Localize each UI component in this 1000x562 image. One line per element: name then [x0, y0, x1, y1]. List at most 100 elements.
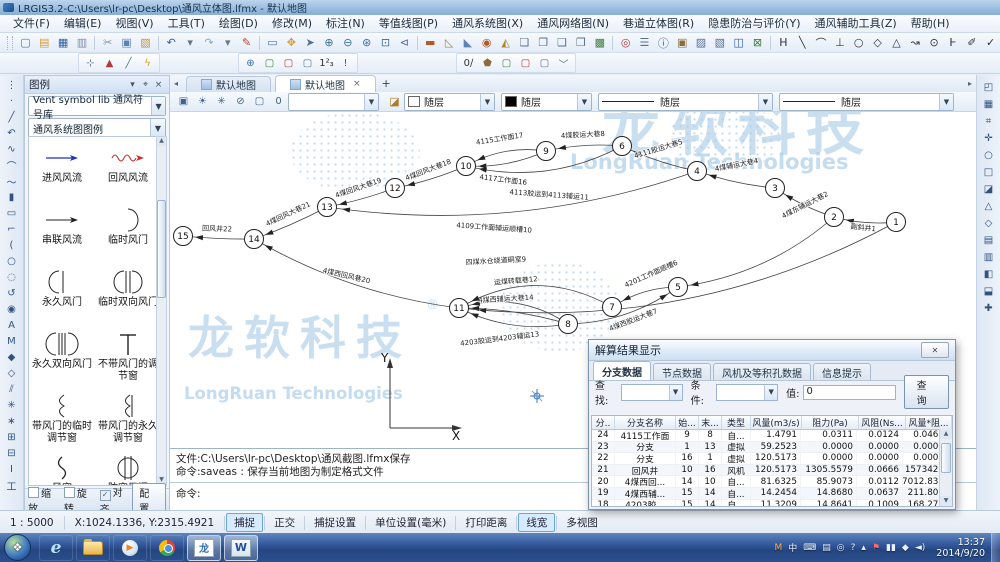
object-info-icon[interactable]: ⓘ — [654, 34, 673, 52]
zoom-out-icon[interactable]: ⊖ — [338, 34, 357, 52]
scroll-down-icon[interactable]: ▼ — [940, 496, 952, 506]
left-tool-23-icon[interactable]: ⊟ — [3, 445, 21, 461]
legend-category-select[interactable]: 通风系统图图例 ▼ — [28, 118, 166, 138]
layer-b-icon[interactable]: ❐ — [534, 34, 553, 52]
menu-item-10[interactable]: 巷道立体图(R) — [616, 15, 701, 32]
lightning-tool-icon[interactable]: ϟ — [138, 54, 157, 72]
left-tool-22-icon[interactable]: ⊞ — [3, 429, 21, 445]
right-tool-6-icon[interactable]: ◪ — [980, 181, 998, 198]
left-tool-20-icon[interactable]: ✳ — [3, 397, 21, 413]
branch-edge-14-15[interactable] — [183, 236, 254, 239]
status-toggle-多视图[interactable]: 多视图 — [558, 513, 606, 532]
symbol-lib-select[interactable]: Vent symbol lib 通风符号库 ▼ — [28, 96, 166, 116]
zoom-window-icon[interactable]: ▭ — [263, 34, 282, 52]
layer-manager-icon[interactable]: ▣ — [174, 93, 193, 111]
legend-item-window_no_door[interactable]: 不带风门的调节窗 — [95, 329, 157, 391]
scroll-up-icon[interactable]: ▲ — [940, 429, 952, 439]
open-file-icon[interactable]: ▤ — [35, 34, 54, 52]
chevron-down-icon[interactable]: ▼ — [150, 119, 165, 137]
taskbar-clock[interactable]: 13:37 2014/9/20 — [936, 537, 985, 559]
right-tool-3-icon[interactable]: ✛ — [980, 130, 998, 147]
taskbar-lrgis-icon[interactable]: 龙 — [187, 535, 221, 561]
branch-edge-6-9[interactable] — [546, 145, 622, 151]
cut-icon[interactable]: ✂ — [98, 34, 117, 52]
draw-h-icon[interactable]: H — [774, 34, 793, 52]
pin-tool-icon[interactable]: ⊹ — [81, 54, 100, 72]
menu-item-2[interactable]: 视图(V) — [108, 15, 160, 32]
start-button[interactable]: ❖ — [4, 534, 31, 561]
line-tool-icon[interactable]: ╱ — [119, 54, 138, 72]
roadway-c-icon[interactable]: ◣ — [458, 34, 477, 52]
legend-item-outburst_door[interactable]: 防突风门 — [95, 453, 157, 486]
layer-lock-icon[interactable]: ⊘ — [231, 93, 250, 111]
left-tool-5-icon[interactable]: ⌒ — [3, 157, 21, 173]
redo-icon[interactable]: ↷ — [200, 34, 219, 52]
right-tool-13-icon[interactable]: ✚ — [980, 300, 998, 317]
menu-item-6[interactable]: 标注(N) — [319, 15, 372, 32]
pan-icon[interactable]: ✥ — [282, 34, 301, 52]
menu-item-4[interactable]: 绘图(D) — [212, 15, 265, 32]
layer-visible-icon[interactable]: ☀ — [193, 93, 212, 111]
tray-icon-0[interactable]: M — [774, 543, 782, 553]
flag-tool-icon[interactable]: ▲ — [100, 54, 119, 72]
draw-pen-icon[interactable]: ✐ — [962, 34, 981, 52]
scrollbar-thumb[interactable] — [157, 200, 166, 298]
left-tool-12-icon[interactable]: ◌ — [3, 269, 21, 285]
layer-swatch-icon[interactable]: ▢ — [250, 93, 269, 111]
zoom-previous-icon[interactable]: ⊲ — [395, 34, 414, 52]
taskbar-explorer-icon[interactable] — [76, 535, 110, 561]
draw-arc-icon[interactable]: ⌒ — [812, 34, 831, 52]
draw-perp-icon[interactable]: ⊥ — [830, 34, 849, 52]
tray-icon-2[interactable]: ⌨ — [803, 543, 816, 553]
table-row[interactable]: 204煤西回...1410自...81.632585.90730.0112701… — [592, 476, 952, 488]
legend-item-temp_reg_window[interactable]: 带风门的临时调节窗 — [29, 391, 95, 453]
legend-item-in_flow[interactable]: 进风风流 — [29, 143, 95, 205]
tab-close-icon[interactable]: × — [353, 79, 361, 89]
menu-item-7[interactable]: 等值线图(P) — [372, 15, 445, 32]
value-input[interactable]: 0 — [803, 385, 896, 400]
dialog-tab-3[interactable]: 信息提示 — [813, 363, 871, 380]
left-tool-21-icon[interactable]: ∗ — [3, 413, 21, 429]
rect-region-icon[interactable]: ▢ — [535, 54, 554, 72]
legend-menu-icon[interactable]: ▾ — [126, 80, 139, 90]
taskbar-ie-icon[interactable]: e — [39, 535, 73, 561]
right-tool-10-icon[interactable]: ▥ — [980, 249, 998, 266]
draw-spline-icon[interactable]: ↝ — [906, 34, 925, 52]
branch-edge-8-11[interactable] — [459, 308, 568, 327]
menu-item-13[interactable]: 帮助(H) — [904, 15, 957, 32]
column-header-7[interactable]: 风阻(Ns... — [859, 416, 906, 429]
left-tool-3-icon[interactable]: ↶ — [3, 125, 21, 141]
legend-item-air_curtain[interactable]: 风帘 — [29, 453, 95, 486]
layer-a-icon[interactable]: ❏ — [515, 34, 534, 52]
right-tool-2-icon[interactable]: ⌗ — [980, 113, 998, 130]
tray-icon-4[interactable]: ◎ — [837, 543, 845, 553]
scroll-up-icon[interactable]: ▲ — [157, 137, 166, 146]
layer-select[interactable]: ▼ — [288, 93, 379, 111]
copy-icon[interactable]: ▣ — [117, 34, 136, 52]
object-b-icon[interactable]: ☰ — [635, 34, 654, 52]
menu-item-11[interactable]: 隐患防治与评价(Y) — [701, 15, 807, 32]
zoom-extent-icon[interactable]: ⊛ — [357, 34, 376, 52]
roadway-d-icon[interactable]: ◉ — [477, 34, 496, 52]
branch-edge-9-10[interactable] — [466, 151, 546, 166]
status-toggle-线宽[interactable]: 线宽 — [518, 513, 555, 532]
draw-dim-icon[interactable]: Ⱶ — [944, 34, 963, 52]
left-tool-4-icon[interactable]: ∿ — [3, 141, 21, 157]
style-combo-1[interactable]: 随层▼ — [501, 93, 592, 111]
column-header-5[interactable]: 风量(m3/s) — [751, 416, 802, 429]
query-button[interactable]: 查询 — [904, 375, 949, 409]
show-desktop-button[interactable] — [991, 533, 1000, 562]
table-row[interactable]: 21回风井1016风机120.51731305.55790.0666157342… — [592, 465, 952, 477]
right-tool-8-icon[interactable]: ◇ — [980, 215, 998, 232]
left-tool-15-icon[interactable]: A — [3, 317, 21, 333]
layer-c-icon[interactable]: ❑ — [553, 34, 572, 52]
print-icon[interactable]: ▥ — [73, 34, 92, 52]
right-tool-7-icon[interactable]: △ — [980, 198, 998, 215]
draw-ellipse-icon[interactable]: ◇ — [868, 34, 887, 52]
tray-icon-3[interactable]: ▤ — [822, 543, 831, 553]
layer-d-icon[interactable]: ❒ — [572, 34, 591, 52]
right-tool-4-icon[interactable]: ○ — [980, 147, 998, 164]
left-tool-11-icon[interactable]: ○ — [3, 253, 21, 269]
right-tool-5-icon[interactable]: □ — [980, 164, 998, 181]
column-header-4[interactable]: 类型 — [722, 416, 751, 429]
